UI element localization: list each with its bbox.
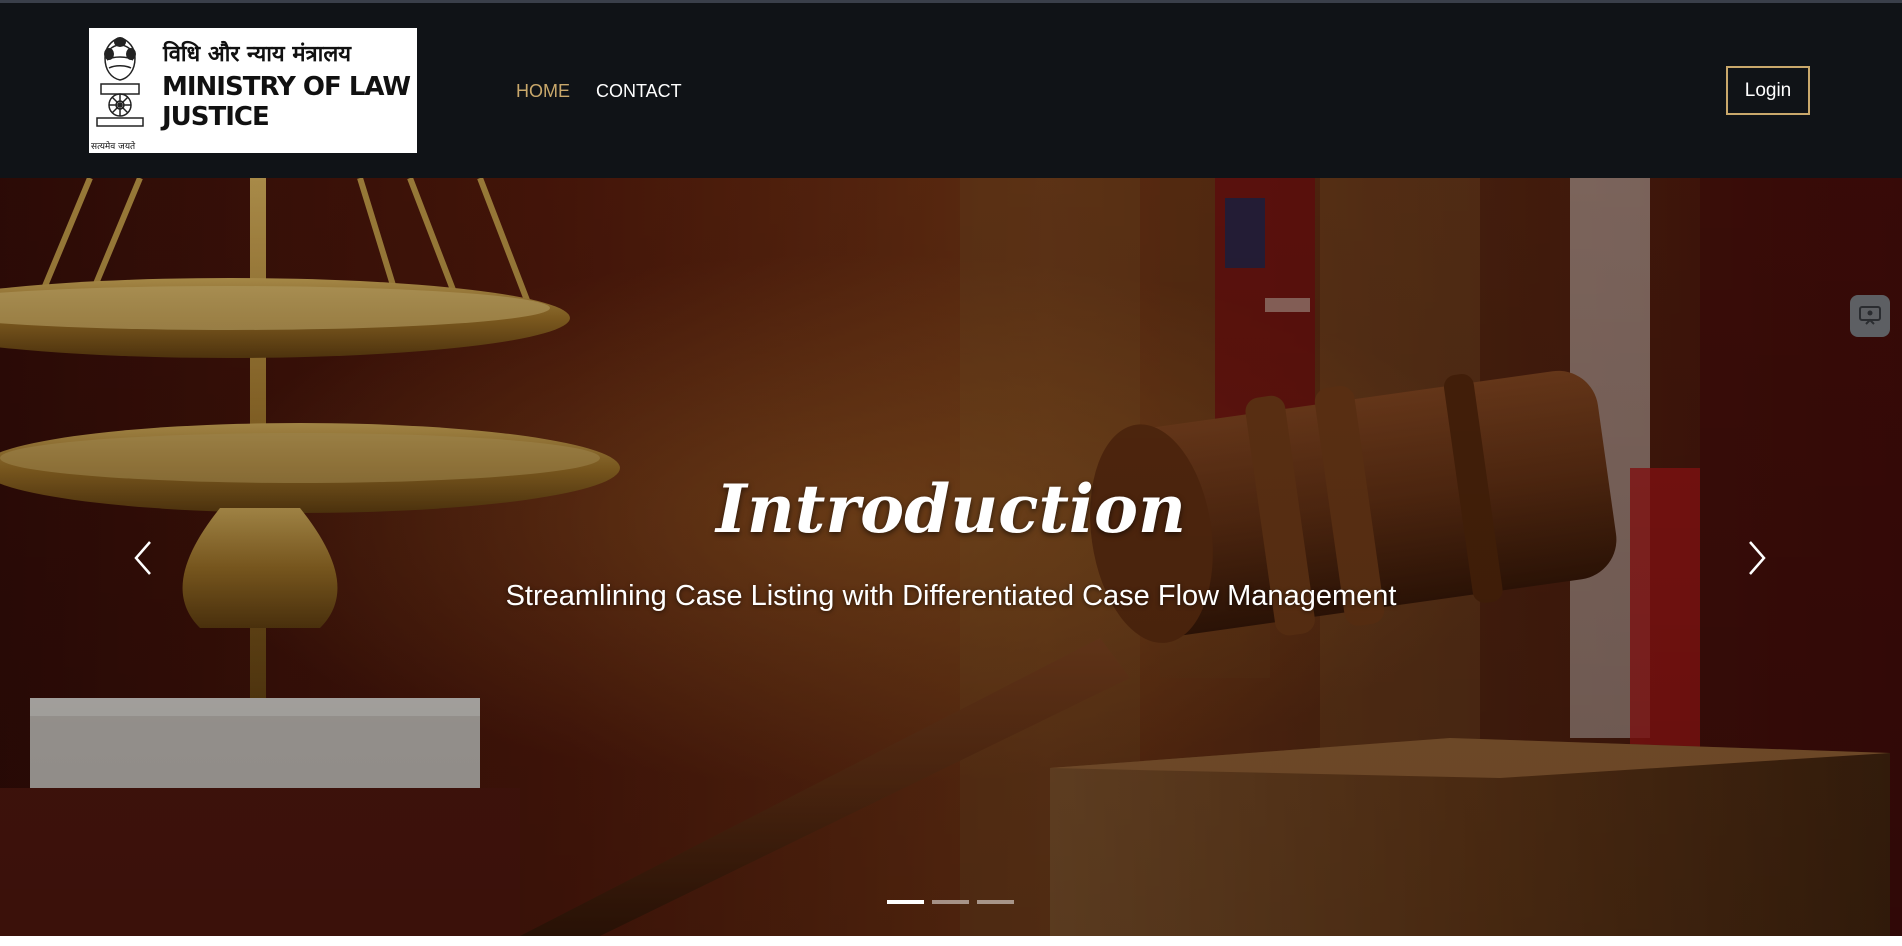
nav-item-home[interactable]: HOME — [516, 81, 570, 102]
hero-background-image — [0, 178, 1902, 936]
login-button[interactable]: Login — [1726, 66, 1810, 115]
carousel-indicators — [887, 900, 1014, 904]
page-bottom-strip — [0, 936, 1902, 946]
chevron-left-icon[interactable] — [128, 536, 158, 580]
screen-icon — [1859, 306, 1881, 325]
logo-hindi-text: विधि और न्याय मंत्रालय — [163, 42, 352, 67]
chevron-right-icon[interactable] — [1742, 536, 1772, 580]
national-emblem-icon — [96, 37, 144, 127]
site-header: विधि और न्याय मंत्रालय MINISTRY OF LAW &… — [0, 3, 1902, 178]
carousel-indicator[interactable] — [887, 900, 924, 904]
ministry-logo[interactable]: विधि और न्याय मंत्रालय MINISTRY OF LAW &… — [89, 28, 417, 153]
hero-subtitle: Streamlining Case Listing with Different… — [505, 580, 1397, 612]
logo-motto: सत्यमेव जयते — [91, 142, 136, 152]
logo-english-line1: MINISTRY OF LAW & — [162, 72, 417, 102]
carousel-indicator[interactable] — [932, 900, 969, 904]
main-nav: HOME CONTACT — [516, 81, 682, 102]
logo-english-line2: JUSTICE — [162, 102, 270, 132]
nav-item-contact[interactable]: CONTACT — [596, 81, 682, 102]
hero-carousel: Introduction Streamlining Case Listing w… — [0, 178, 1902, 936]
side-widget-button[interactable] — [1850, 295, 1890, 337]
hero-title: Introduction — [715, 470, 1187, 548]
carousel-indicator[interactable] — [977, 900, 1014, 904]
